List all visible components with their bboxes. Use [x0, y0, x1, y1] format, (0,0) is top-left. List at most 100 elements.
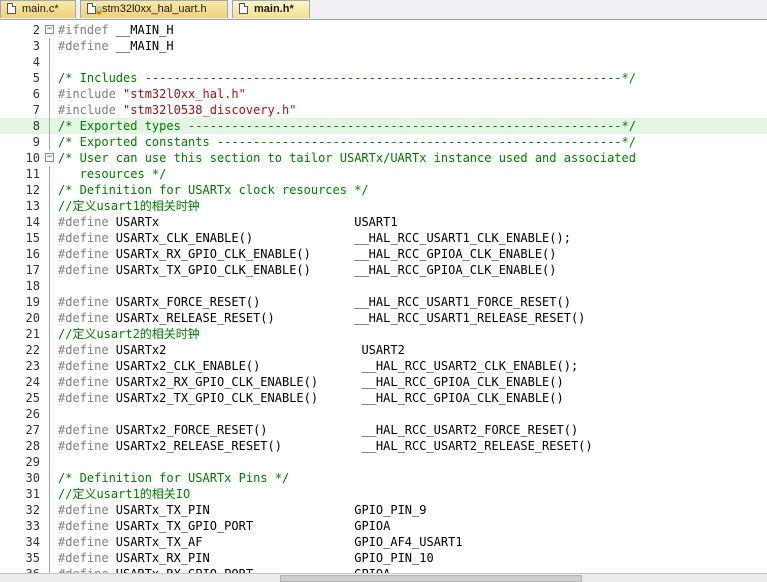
code-token: USARTx2 USART2: [108, 343, 405, 357]
code-line[interactable]: 10−/* User can use this section to tailo…: [0, 150, 767, 166]
string-token: "stm32l0538_discovery.h": [123, 103, 297, 117]
code-text: /* User can use this section to tailor U…: [58, 150, 636, 166]
code-line[interactable]: 8 /* Exported types ---------------------…: [0, 118, 767, 134]
code-token: USARTx_TX_GPIO_CLK_ENABLE() __HAL_RCC_GP…: [108, 263, 557, 277]
fold-guide: [49, 262, 50, 278]
code-line[interactable]: 36 #define USARTx_RX_GPIO_PORT GPIOA: [0, 566, 767, 573]
comment-token: /* Includes ----------------------------…: [58, 71, 636, 85]
comment-token: //定义usart1的相关时钟: [58, 199, 200, 213]
code-line[interactable]: 25 #define USARTx2_TX_GPIO_CLK_ENABLE() _…: [0, 390, 767, 406]
fold-toggle-icon[interactable]: −: [45, 25, 54, 34]
code-editor[interactable]: 2− #ifndef __MAIN_H 3 #define __MAIN_H 4 5/* …: [0, 20, 767, 573]
code-line[interactable]: 7 #include "stm32l0538_discovery.h": [0, 102, 767, 118]
code-line[interactable]: 21 //定义usart2的相关时钟: [0, 326, 767, 342]
code-line[interactable]: 29: [0, 454, 767, 470]
code-text: #include "stm32l0xx_hal.h": [58, 86, 246, 102]
fold-guide: [49, 278, 50, 294]
preprocessor-token: #include: [58, 87, 124, 101]
preprocessor-token: #define: [58, 423, 109, 437]
code-line[interactable]: 32 #define USARTx_TX_PIN GPIO_PIN_9: [0, 502, 767, 518]
code-text: #define USARTx_FORCE_RESET() __HAL_RCC_U…: [58, 294, 571, 310]
code-line[interactable]: 9 /* Exported constants -----------------…: [0, 134, 767, 150]
code-text: /* Includes ----------------------------…: [58, 70, 636, 86]
code-text: #include "stm32l0538_discovery.h": [58, 102, 296, 118]
code-token: USARTx_RX_GPIO_CLK_ENABLE() __HAL_RCC_GP…: [108, 247, 557, 261]
code-line[interactable]: 17 #define USARTx_TX_GPIO_CLK_ENABLE() __…: [0, 262, 767, 278]
line-number: 15: [25, 231, 40, 245]
code-line[interactable]: 30 /* Definition for USARTx Pins */: [0, 470, 767, 486]
code-text: //定义usart1的相关时钟: [58, 198, 200, 214]
code-line[interactable]: 26: [0, 406, 767, 422]
line-number: 16: [25, 247, 40, 261]
comment-token: /* Exported constants ------------------…: [58, 135, 636, 149]
code-line[interactable]: 15 #define USARTx_CLK_ENABLE() __HAL_RCC_…: [0, 230, 767, 246]
line-number: 34: [25, 535, 40, 549]
code-line[interactable]: 27 #define USARTx2_FORCE_RESET() __HAL_RC…: [0, 422, 767, 438]
code-line[interactable]: 6 #include "stm32l0xx_hal.h": [0, 86, 767, 102]
tab-stm32l0xx-hal-uart-h[interactable]: 🔒 stm32l0xx_hal_uart.h: [80, 0, 228, 18]
preprocessor-token: #define: [58, 503, 109, 517]
code-text: #define USARTx2 USART2: [58, 342, 405, 358]
tab-label: stm32l0xx_hal_uart.h: [102, 3, 207, 15]
fold-toggle-icon[interactable]: −: [45, 153, 54, 162]
code-line[interactable]: 28 #define USARTx2_RELEASE_RESET() __HAL_…: [0, 438, 767, 454]
code-line[interactable]: 20 #define USARTx_RELEASE_RESET() __HAL_R…: [0, 310, 767, 326]
fold-guide: [49, 118, 50, 134]
fold-guide: [49, 518, 50, 534]
code-line[interactable]: 11 resources */: [0, 166, 767, 182]
comment-token: /* Definition for USARTx clock resources…: [58, 183, 369, 197]
code-line[interactable]: 23 #define USARTx2_CLK_ENABLE() __HAL_RCC…: [0, 358, 767, 374]
code-line[interactable]: 33 #define USARTx_TX_GPIO_PORT GPIOA: [0, 518, 767, 534]
code-line[interactable]: 22 #define USARTx2 USART2: [0, 342, 767, 358]
code-text: resources */: [58, 166, 167, 182]
line-number: 17: [25, 263, 40, 277]
code-line[interactable]: 3 #define __MAIN_H: [0, 38, 767, 54]
line-number: 10: [25, 151, 40, 165]
comment-token: //定义usart2的相关时钟: [58, 327, 200, 341]
code-line[interactable]: 19 #define USARTx_FORCE_RESET() __HAL_RCC…: [0, 294, 767, 310]
preprocessor-token: #define: [58, 215, 109, 229]
preprocessor-token: #define: [58, 311, 109, 325]
code-text: #define USARTx_TX_AF GPIO_AF4_USART1: [58, 534, 463, 550]
fold-guide: [49, 214, 50, 230]
code-line[interactable]: 35 #define USARTx_RX_PIN GPIO_PIN_10: [0, 550, 767, 566]
fold-guide: [49, 390, 50, 406]
code-line[interactable]: 18: [0, 278, 767, 294]
code-line[interactable]: 24 #define USARTx2_RX_GPIO_CLK_ENABLE() _…: [0, 374, 767, 390]
line-number: 23: [25, 359, 40, 373]
file-icon: [7, 3, 16, 14]
line-number: 31: [25, 487, 40, 501]
code-text: #define USARTx_RELEASE_RESET() __HAL_RCC…: [58, 310, 585, 326]
code-text: #define USARTx_RX_GPIO_CLK_ENABLE() __HA…: [58, 246, 557, 262]
tab-main-h[interactable]: main.h*: [232, 0, 310, 18]
code-line[interactable]: 13 //定义usart1的相关时钟: [0, 198, 767, 214]
code-line[interactable]: 31 //定义usart1的相关IO: [0, 486, 767, 502]
line-number: 13: [25, 199, 40, 213]
preprocessor-token: #define: [58, 375, 109, 389]
code-text: #define USARTx_TX_PIN GPIO_PIN_9: [58, 502, 426, 518]
comment-token: /* Definition for USARTx Pins */: [58, 471, 290, 485]
code-text: #define USARTx_RX_PIN GPIO_PIN_10: [58, 550, 434, 566]
fold-guide: [49, 38, 50, 54]
code-line[interactable]: 12 /* Definition for USARTx clock resourc…: [0, 182, 767, 198]
line-number: 24: [25, 375, 40, 389]
comment-token: /* Exported types ----------------------…: [58, 119, 636, 133]
code-token: USARTx_RELEASE_RESET() __HAL_RCC_USART1_…: [108, 311, 586, 325]
code-line[interactable]: 14 #define USARTx USART1: [0, 214, 767, 230]
code-text: #define USARTx2_FORCE_RESET() __HAL_RCC_…: [58, 422, 578, 438]
code-text: #define USARTx2_TX_GPIO_CLK_ENABLE() __H…: [58, 390, 564, 406]
code-line[interactable]: 5 /* Includes ---------------------------…: [0, 70, 767, 86]
fold-guide: [49, 326, 50, 342]
code-line[interactable]: 4: [0, 54, 767, 70]
tab-bar: main.c* 🔒 stm32l0xx_hal_uart.h main.h*: [0, 0, 767, 20]
code-line[interactable]: 16 #define USARTx_RX_GPIO_CLK_ENABLE() __…: [0, 246, 767, 262]
line-number: 9: [32, 135, 40, 149]
line-number: 21: [25, 327, 40, 341]
code-line[interactable]: 2− #ifndef __MAIN_H: [0, 22, 767, 38]
code-line[interactable]: 34 #define USARTx_TX_AF GPIO_AF4_USART1: [0, 534, 767, 550]
lock-icon: 🔒: [94, 6, 104, 15]
tab-main-c[interactable]: main.c*: [0, 0, 76, 18]
code-text: #define USARTx_CLK_ENABLE() __HAL_RCC_US…: [58, 230, 571, 246]
code-text: /* Definition for USARTx Pins */: [58, 470, 289, 486]
comment-token: /* User can use this section to tailor U…: [58, 151, 636, 165]
